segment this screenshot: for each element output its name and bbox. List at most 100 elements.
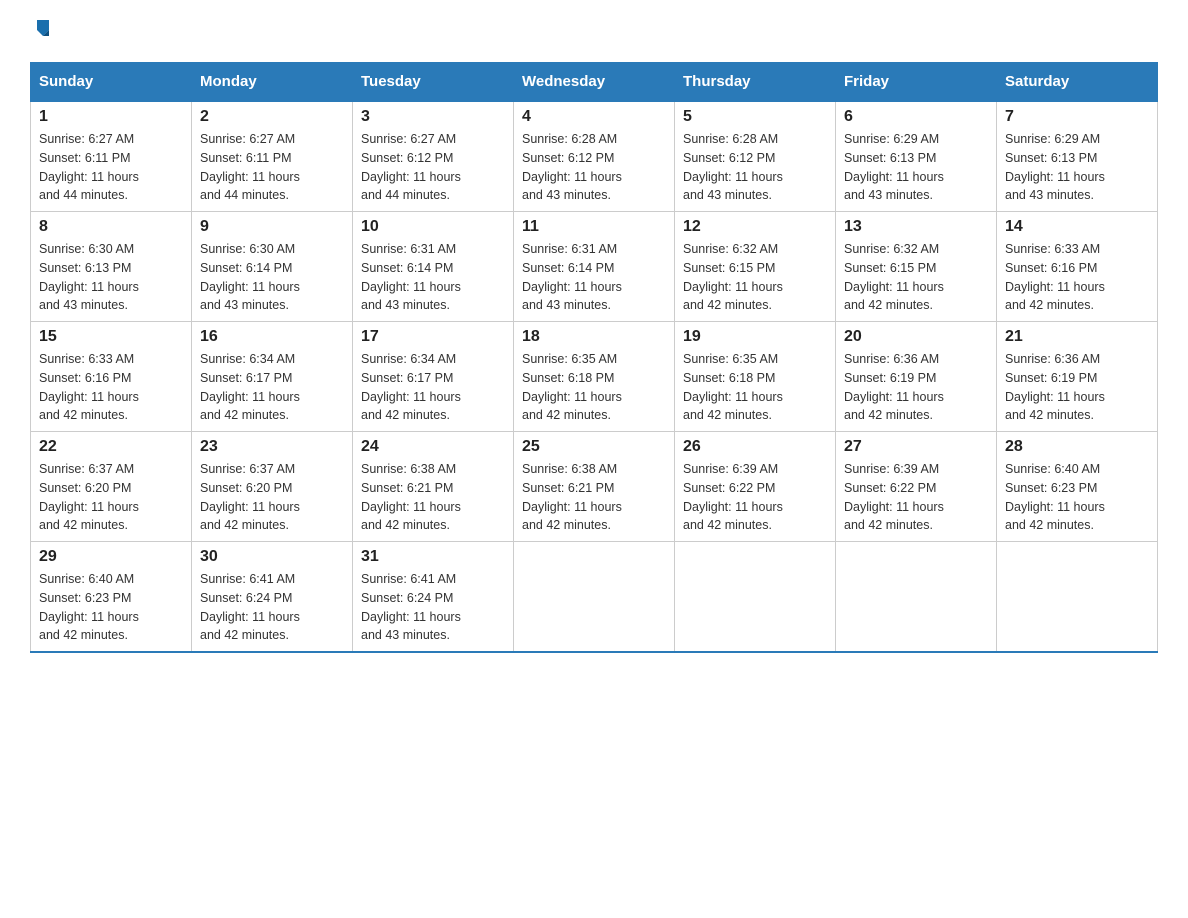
calendar-week-row: 1 Sunrise: 6:27 AM Sunset: 6:11 PM Dayli…	[31, 101, 1158, 212]
calendar-cell: 20 Sunrise: 6:36 AM Sunset: 6:19 PM Dayl…	[836, 322, 997, 432]
calendar-cell: 7 Sunrise: 6:29 AM Sunset: 6:13 PM Dayli…	[997, 101, 1158, 212]
calendar-cell: 24 Sunrise: 6:38 AM Sunset: 6:21 PM Dayl…	[353, 432, 514, 542]
calendar-cell: 8 Sunrise: 6:30 AM Sunset: 6:13 PM Dayli…	[31, 212, 192, 322]
day-number: 23	[200, 438, 344, 456]
calendar-cell: 1 Sunrise: 6:27 AM Sunset: 6:11 PM Dayli…	[31, 101, 192, 212]
calendar-cell	[997, 542, 1158, 653]
weekday-header-row: SundayMondayTuesdayWednesdayThursdayFrid…	[31, 63, 1158, 102]
day-info: Sunrise: 6:35 AM Sunset: 6:18 PM Dayligh…	[683, 350, 827, 425]
day-number: 6	[844, 108, 988, 126]
day-info: Sunrise: 6:29 AM Sunset: 6:13 PM Dayligh…	[1005, 130, 1149, 205]
day-number: 20	[844, 328, 988, 346]
calendar-cell: 3 Sunrise: 6:27 AM Sunset: 6:12 PM Dayli…	[353, 101, 514, 212]
day-number: 28	[1005, 438, 1149, 456]
day-number: 30	[200, 548, 344, 566]
day-info: Sunrise: 6:32 AM Sunset: 6:15 PM Dayligh…	[844, 240, 988, 315]
day-info: Sunrise: 6:29 AM Sunset: 6:13 PM Dayligh…	[844, 130, 988, 205]
day-info: Sunrise: 6:30 AM Sunset: 6:13 PM Dayligh…	[39, 240, 183, 315]
day-number: 21	[1005, 328, 1149, 346]
day-number: 9	[200, 218, 344, 236]
weekday-header-sunday: Sunday	[31, 63, 192, 102]
day-info: Sunrise: 6:27 AM Sunset: 6:12 PM Dayligh…	[361, 130, 505, 205]
calendar-week-row: 8 Sunrise: 6:30 AM Sunset: 6:13 PM Dayli…	[31, 212, 1158, 322]
day-number: 16	[200, 328, 344, 346]
calendar-cell: 28 Sunrise: 6:40 AM Sunset: 6:23 PM Dayl…	[997, 432, 1158, 542]
weekday-header-wednesday: Wednesday	[514, 63, 675, 102]
day-info: Sunrise: 6:37 AM Sunset: 6:20 PM Dayligh…	[200, 460, 344, 535]
calendar-cell: 14 Sunrise: 6:33 AM Sunset: 6:16 PM Dayl…	[997, 212, 1158, 322]
day-info: Sunrise: 6:27 AM Sunset: 6:11 PM Dayligh…	[200, 130, 344, 205]
calendar-cell: 2 Sunrise: 6:27 AM Sunset: 6:11 PM Dayli…	[192, 101, 353, 212]
day-info: Sunrise: 6:39 AM Sunset: 6:22 PM Dayligh…	[683, 460, 827, 535]
day-info: Sunrise: 6:31 AM Sunset: 6:14 PM Dayligh…	[522, 240, 666, 315]
calendar-cell: 10 Sunrise: 6:31 AM Sunset: 6:14 PM Dayl…	[353, 212, 514, 322]
weekday-header-saturday: Saturday	[997, 63, 1158, 102]
day-info: Sunrise: 6:40 AM Sunset: 6:23 PM Dayligh…	[1005, 460, 1149, 535]
day-number: 26	[683, 438, 827, 456]
logo	[30, 20, 54, 42]
day-info: Sunrise: 6:34 AM Sunset: 6:17 PM Dayligh…	[200, 350, 344, 425]
calendar-cell: 26 Sunrise: 6:39 AM Sunset: 6:22 PM Dayl…	[675, 432, 836, 542]
calendar-cell	[836, 542, 997, 653]
day-number: 25	[522, 438, 666, 456]
day-number: 31	[361, 548, 505, 566]
day-info: Sunrise: 6:32 AM Sunset: 6:15 PM Dayligh…	[683, 240, 827, 315]
day-number: 19	[683, 328, 827, 346]
day-number: 8	[39, 218, 183, 236]
calendar-cell: 19 Sunrise: 6:35 AM Sunset: 6:18 PM Dayl…	[675, 322, 836, 432]
day-number: 27	[844, 438, 988, 456]
weekday-header-monday: Monday	[192, 63, 353, 102]
calendar-cell: 18 Sunrise: 6:35 AM Sunset: 6:18 PM Dayl…	[514, 322, 675, 432]
day-info: Sunrise: 6:41 AM Sunset: 6:24 PM Dayligh…	[200, 570, 344, 645]
day-info: Sunrise: 6:28 AM Sunset: 6:12 PM Dayligh…	[683, 130, 827, 205]
day-number: 7	[1005, 108, 1149, 126]
day-number: 14	[1005, 218, 1149, 236]
calendar-cell: 31 Sunrise: 6:41 AM Sunset: 6:24 PM Dayl…	[353, 542, 514, 653]
calendar-cell	[514, 542, 675, 653]
calendar-cell: 12 Sunrise: 6:32 AM Sunset: 6:15 PM Dayl…	[675, 212, 836, 322]
day-info: Sunrise: 6:33 AM Sunset: 6:16 PM Dayligh…	[39, 350, 183, 425]
day-info: Sunrise: 6:31 AM Sunset: 6:14 PM Dayligh…	[361, 240, 505, 315]
day-number: 11	[522, 218, 666, 236]
day-number: 22	[39, 438, 183, 456]
day-info: Sunrise: 6:40 AM Sunset: 6:23 PM Dayligh…	[39, 570, 183, 645]
calendar-cell: 16 Sunrise: 6:34 AM Sunset: 6:17 PM Dayl…	[192, 322, 353, 432]
day-info: Sunrise: 6:36 AM Sunset: 6:19 PM Dayligh…	[844, 350, 988, 425]
day-info: Sunrise: 6:41 AM Sunset: 6:24 PM Dayligh…	[361, 570, 505, 645]
day-info: Sunrise: 6:33 AM Sunset: 6:16 PM Dayligh…	[1005, 240, 1149, 315]
weekday-header-friday: Friday	[836, 63, 997, 102]
calendar-cell: 11 Sunrise: 6:31 AM Sunset: 6:14 PM Dayl…	[514, 212, 675, 322]
day-info: Sunrise: 6:38 AM Sunset: 6:21 PM Dayligh…	[361, 460, 505, 535]
calendar-cell: 21 Sunrise: 6:36 AM Sunset: 6:19 PM Dayl…	[997, 322, 1158, 432]
calendar-week-row: 22 Sunrise: 6:37 AM Sunset: 6:20 PM Dayl…	[31, 432, 1158, 542]
day-number: 2	[200, 108, 344, 126]
logo-arrow-icon	[32, 16, 54, 38]
calendar-cell: 17 Sunrise: 6:34 AM Sunset: 6:17 PM Dayl…	[353, 322, 514, 432]
day-info: Sunrise: 6:28 AM Sunset: 6:12 PM Dayligh…	[522, 130, 666, 205]
day-number: 5	[683, 108, 827, 126]
day-info: Sunrise: 6:39 AM Sunset: 6:22 PM Dayligh…	[844, 460, 988, 535]
calendar-cell: 30 Sunrise: 6:41 AM Sunset: 6:24 PM Dayl…	[192, 542, 353, 653]
weekday-header-thursday: Thursday	[675, 63, 836, 102]
day-number: 12	[683, 218, 827, 236]
calendar-week-row: 15 Sunrise: 6:33 AM Sunset: 6:16 PM Dayl…	[31, 322, 1158, 432]
day-number: 10	[361, 218, 505, 236]
weekday-header-tuesday: Tuesday	[353, 63, 514, 102]
day-number: 24	[361, 438, 505, 456]
calendar-cell: 25 Sunrise: 6:38 AM Sunset: 6:21 PM Dayl…	[514, 432, 675, 542]
calendar-cell: 15 Sunrise: 6:33 AM Sunset: 6:16 PM Dayl…	[31, 322, 192, 432]
day-number: 3	[361, 108, 505, 126]
calendar-cell: 23 Sunrise: 6:37 AM Sunset: 6:20 PM Dayl…	[192, 432, 353, 542]
day-info: Sunrise: 6:27 AM Sunset: 6:11 PM Dayligh…	[39, 130, 183, 205]
day-info: Sunrise: 6:38 AM Sunset: 6:21 PM Dayligh…	[522, 460, 666, 535]
day-info: Sunrise: 6:34 AM Sunset: 6:17 PM Dayligh…	[361, 350, 505, 425]
day-number: 4	[522, 108, 666, 126]
day-info: Sunrise: 6:36 AM Sunset: 6:19 PM Dayligh…	[1005, 350, 1149, 425]
day-number: 13	[844, 218, 988, 236]
day-number: 18	[522, 328, 666, 346]
day-info: Sunrise: 6:30 AM Sunset: 6:14 PM Dayligh…	[200, 240, 344, 315]
calendar-cell: 13 Sunrise: 6:32 AM Sunset: 6:15 PM Dayl…	[836, 212, 997, 322]
day-number: 17	[361, 328, 505, 346]
day-number: 1	[39, 108, 183, 126]
day-number: 29	[39, 548, 183, 566]
